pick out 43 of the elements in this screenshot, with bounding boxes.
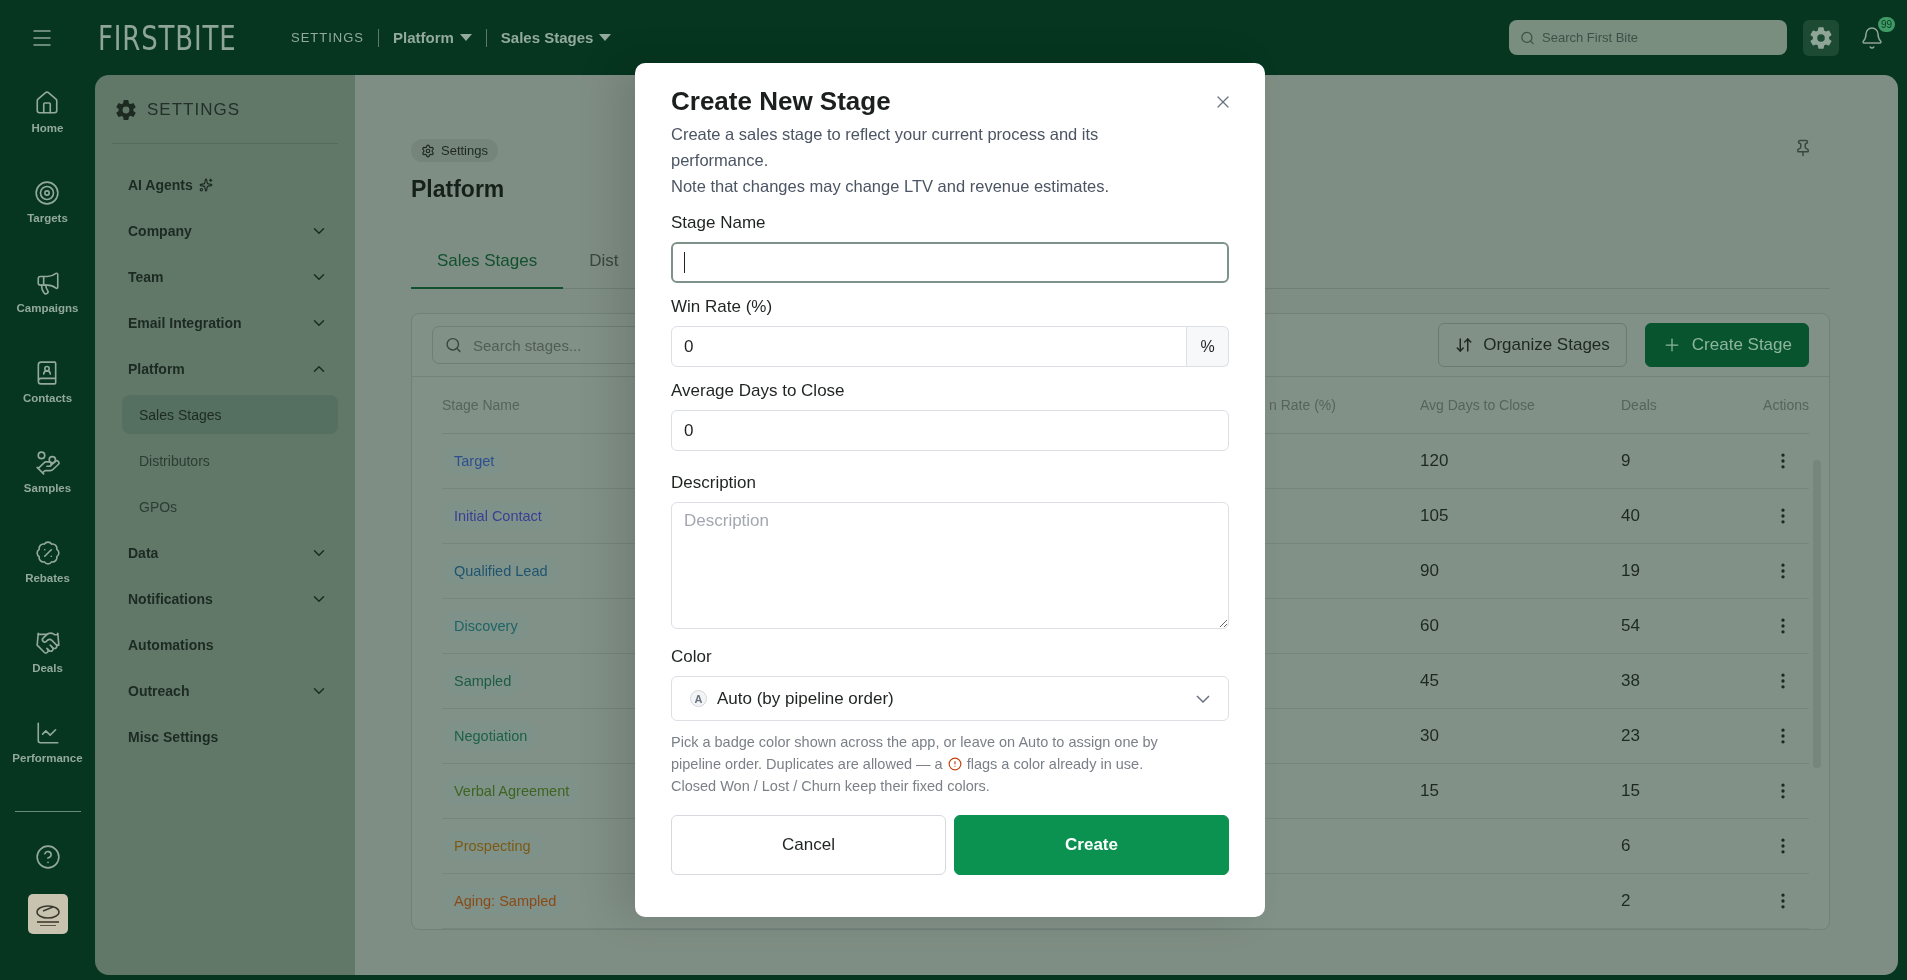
- unit-label: %: [1187, 326, 1229, 367]
- table-cell: 105: [1420, 506, 1449, 526]
- table-cell: 60: [1420, 616, 1439, 636]
- auto-badge: A: [690, 690, 707, 707]
- stage-tag: Negotiation: [442, 722, 540, 750]
- table-cell: 9: [1621, 451, 1631, 471]
- stage-tag: Discovery: [442, 612, 530, 640]
- field-label: Stage Name: [671, 213, 767, 233]
- dialog-title: Create New Stage: [671, 86, 891, 117]
- table-cell: 23: [1621, 726, 1640, 746]
- field-label: Win Rate (%): [671, 297, 774, 317]
- table-cell: 19: [1621, 561, 1640, 581]
- table-cell: 38: [1621, 671, 1640, 691]
- stage-tag: Qualified Lead: [442, 557, 560, 585]
- stage-tag: Aging: Sampled: [442, 887, 569, 915]
- table-cell: 45: [1420, 671, 1439, 691]
- field-label: Average Days to Close: [671, 381, 846, 401]
- stage-tag: Prospecting: [442, 832, 543, 860]
- field-label: Description: [671, 473, 758, 493]
- table-cell: 30: [1420, 726, 1439, 746]
- field-label: Color: [671, 647, 713, 667]
- stage-tag: Target: [442, 447, 507, 475]
- dialog-description: Create a sales stage to reflect your current process and its performance.: [671, 124, 1100, 171]
- help-text: Closed Won / Lost / Churn keep their fixed colors.: [671, 777, 990, 796]
- brand-logo: FIRSTBITE: [98, 17, 237, 58]
- help-text: Pick a badge color shown across the app, or leave on Auto to assign one by: [671, 733, 1158, 752]
- table-cell: 2: [1621, 891, 1631, 911]
- help-text: pipeline order. Duplicates are allowed — a: [671, 755, 943, 774]
- dialog-description: Note that changes may change LTV and revenue estimates.: [671, 176, 1111, 197]
- stage-tag: Verbal Agreement: [442, 777, 582, 805]
- stage-tag: Initial Contact: [442, 502, 554, 530]
- table-cell: 40: [1621, 506, 1640, 526]
- panel-title: SETTINGS: [147, 100, 240, 120]
- help-text: flags a color already in use.: [966, 755, 1144, 774]
- table-cell: 120: [1420, 451, 1449, 471]
- table-cell: 90: [1420, 561, 1439, 581]
- table-cell: 15: [1621, 781, 1640, 801]
- page-title: Platform: [411, 176, 505, 203]
- table-cell: 54: [1621, 616, 1640, 636]
- stage-tag: Sampled: [442, 667, 524, 695]
- table-cell: 15: [1420, 781, 1439, 801]
- notification-badge: 99: [1877, 16, 1895, 32]
- table-cell: 6: [1621, 836, 1631, 856]
